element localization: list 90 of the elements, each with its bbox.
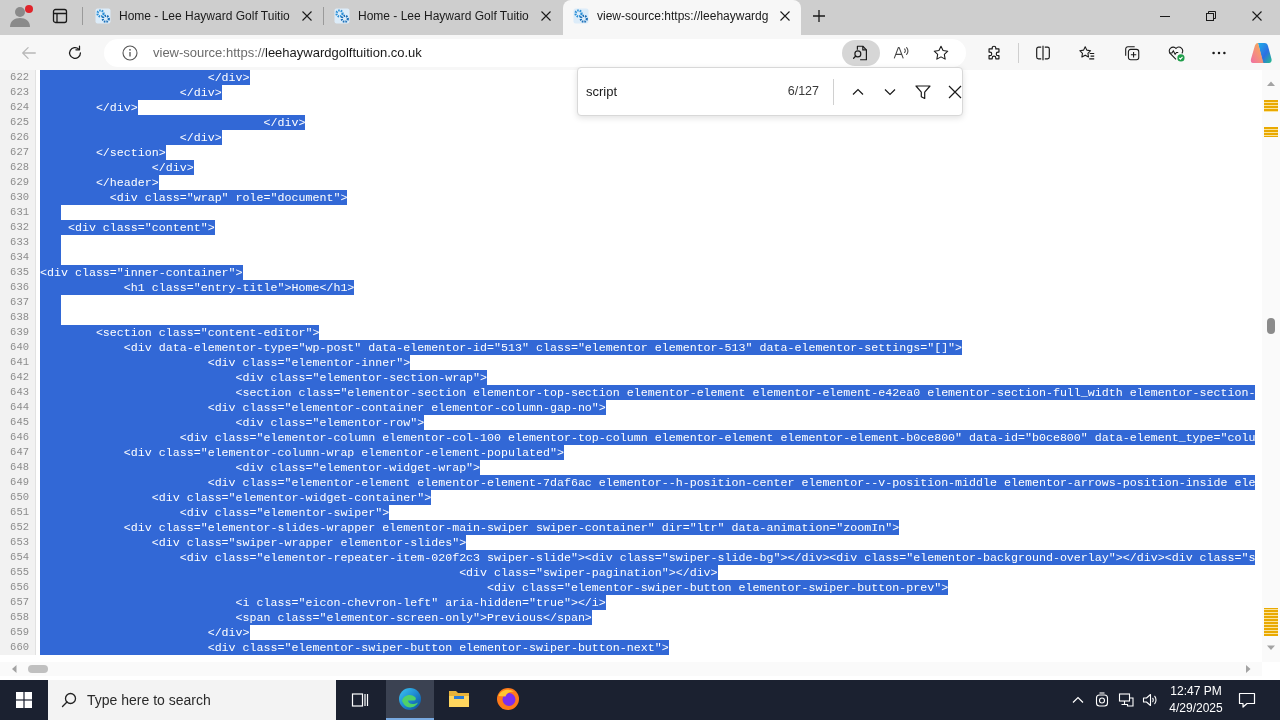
copilot-icon[interactable] [1250, 41, 1272, 64]
line-number: 658 [0, 610, 36, 625]
line-number: 630 [0, 190, 36, 205]
line-number: 625 [0, 115, 36, 130]
speaker-icon[interactable] [1142, 692, 1158, 708]
clock-date[interactable]: 4/29/2025 [1168, 700, 1224, 717]
line-number: 657 [0, 595, 36, 610]
line-number: 631 [0, 205, 36, 220]
line-number: 622 [0, 70, 36, 85]
info-icon[interactable] [122, 44, 138, 61]
line-number: 645 [0, 415, 36, 430]
browser-tab[interactable]: Home - Lee Hayward Golf Tuitio [85, 0, 323, 35]
notifications-icon[interactable] [1238, 691, 1256, 709]
close-icon[interactable] [1252, 11, 1262, 21]
star-icon[interactable] [932, 43, 950, 62]
tab-actions-icon[interactable] [52, 8, 68, 24]
search-icon [61, 692, 77, 708]
close-tab-icon[interactable] [302, 11, 312, 21]
chevron-up-icon[interactable] [1072, 694, 1084, 706]
browser-tab[interactable]: Home - Lee Hayward Golf Tuitio [324, 0, 562, 35]
line-number: 637 [0, 295, 36, 310]
gears-icon [573, 8, 589, 24]
line-number: 643 [0, 385, 36, 400]
line-number: 636 [0, 280, 36, 295]
firefox-icon [496, 687, 520, 711]
line-number: 649 [0, 475, 36, 490]
network-icon[interactable] [1118, 692, 1134, 708]
line-number: 646 [0, 430, 36, 445]
search-match-marker [1264, 100, 1278, 112]
line-number: 629 [0, 175, 36, 190]
collections-icon[interactable] [1123, 43, 1141, 62]
windows-logo-icon[interactable] [16, 692, 32, 708]
taskbar-search-field[interactable]: Type here to search [48, 680, 336, 720]
favorites-icon[interactable] [1078, 43, 1096, 62]
line-number: 655 [0, 565, 36, 580]
search-match-marker [1264, 127, 1278, 137]
line-number: 647 [0, 445, 36, 460]
page-search-icon [852, 43, 870, 62]
line-number: 648 [0, 460, 36, 475]
gears-icon [95, 8, 111, 24]
line-number: 634 [0, 250, 36, 265]
task-view-icon[interactable] [351, 691, 369, 709]
close-icon[interactable] [948, 84, 962, 99]
refresh-icon[interactable] [66, 43, 84, 62]
camera-icon[interactable] [1094, 692, 1110, 708]
find-in-page-button[interactable] [842, 39, 880, 66]
browser-tab[interactable]: view-source:https://leehaywardg [563, 0, 801, 35]
line-number: 632 [0, 220, 36, 235]
line-number: 633 [0, 235, 36, 250]
match-count: 6/127 [787, 83, 819, 101]
split-screen-icon[interactable] [1034, 43, 1052, 62]
line-number: 652 [0, 520, 36, 535]
find-field[interactable]: script [586, 81, 746, 102]
line-number: 650 [0, 490, 36, 505]
line-number: 627 [0, 145, 36, 160]
line-number: 635 [0, 265, 36, 280]
line-number: 644 [0, 400, 36, 415]
gears-icon [334, 8, 350, 24]
line-number: 638 [0, 310, 36, 325]
vertical-scrollbar[interactable] [1262, 70, 1280, 662]
taskbar-app-button[interactable] [386, 680, 434, 720]
line-number: 641 [0, 355, 36, 370]
new-tab-icon[interactable] [812, 9, 826, 23]
line-number: 626 [0, 130, 36, 145]
edge-icon [398, 687, 422, 711]
line-number: 653 [0, 535, 36, 550]
line-number: 654 [0, 550, 36, 565]
line-number: 623 [0, 85, 36, 100]
line-number: 659 [0, 625, 36, 640]
url-text: view-source:https://leehaywardgolftuition.co.uk [153, 43, 422, 62]
close-tab-icon[interactable] [541, 11, 551, 21]
address-bar[interactable]: view-source:https://leehaywardgolftuition.co.uk [104, 38, 966, 67]
search-match-marker [1264, 608, 1278, 636]
line-number: 642 [0, 370, 36, 385]
line-number: 628 [0, 160, 36, 175]
close-tab-icon[interactable] [780, 11, 790, 21]
horizontal-scrollbar[interactable] [0, 662, 1262, 676]
line-number: 660 [0, 640, 36, 655]
line-number: 656 [0, 580, 36, 595]
filter-icon[interactable] [914, 82, 932, 101]
clock-time[interactable]: 12:47 PM [1168, 683, 1224, 700]
scroll-thumb[interactable] [1267, 318, 1275, 334]
restore-icon[interactable] [1206, 11, 1216, 21]
puzzle-piece-icon[interactable] [985, 43, 1003, 62]
line-number: 639 [0, 325, 36, 340]
line-number: 640 [0, 340, 36, 355]
line-number: 624 [0, 100, 36, 115]
profile-avatar-icon[interactable] [9, 4, 35, 28]
line-number: 651 [0, 505, 36, 520]
scroll-thumb[interactable] [28, 665, 48, 673]
